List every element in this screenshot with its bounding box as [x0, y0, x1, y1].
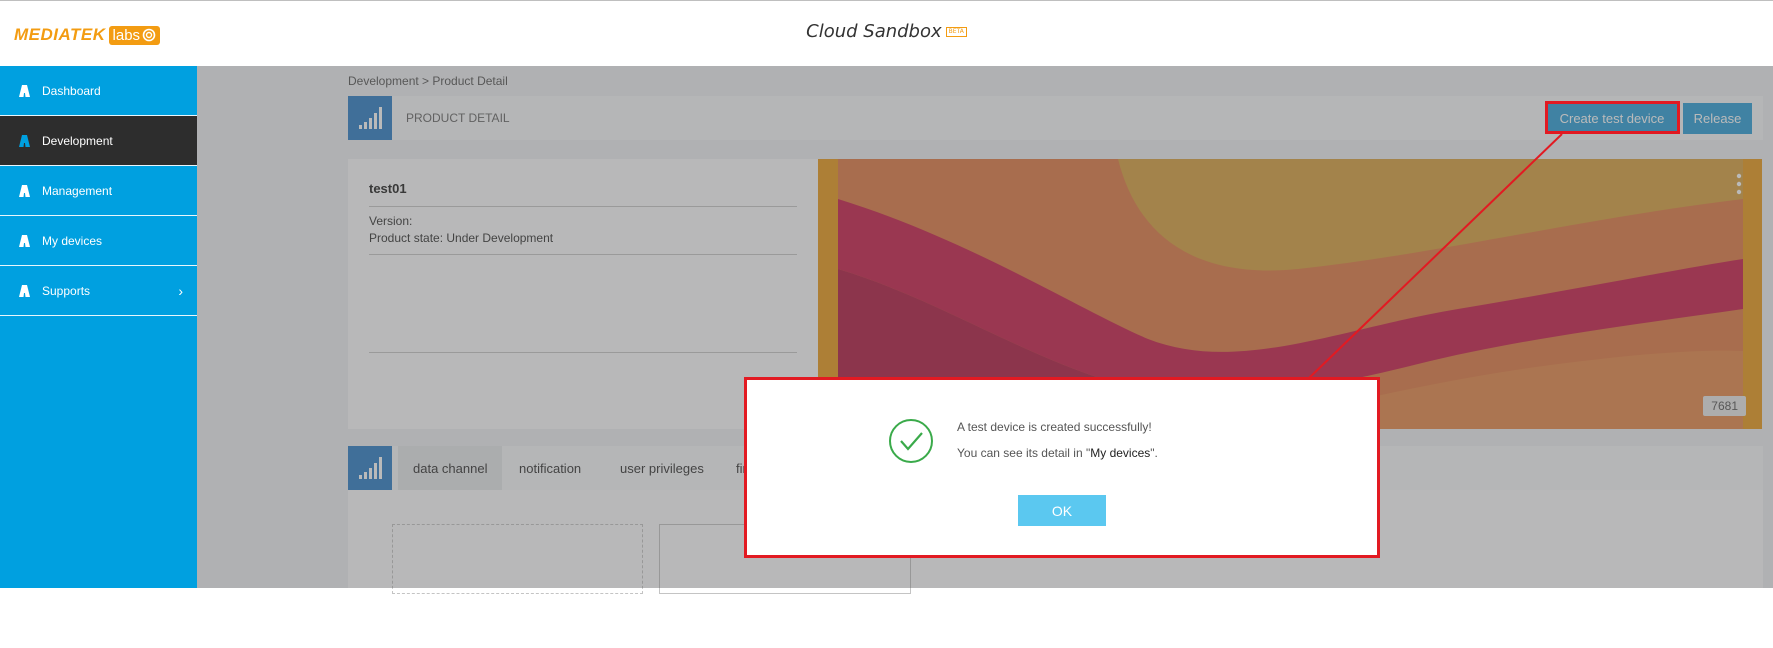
app-title-text: Cloud Sandbox [806, 21, 942, 42]
detail-suffix: ". [1150, 446, 1158, 460]
sidebar: Dashboard Development Management My devi… [0, 66, 197, 588]
beta-badge: BETA [945, 27, 967, 37]
sidebar-item-label: My devices [42, 233, 103, 248]
road-icon [18, 234, 32, 247]
sidebar-item-label: Dashboard [42, 83, 101, 98]
sidebar-item-management[interactable]: Management [0, 166, 197, 216]
road-icon [18, 284, 32, 297]
app-page: MEDIATEK labs Cloud Sandbox BETA Dashboar… [0, 0, 1773, 648]
success-dialog: A test device is created successfully! Y… [744, 377, 1380, 558]
app-title: Cloud Sandbox BETA [0, 21, 1773, 42]
sidebar-item-supports[interactable]: Supports › [0, 266, 197, 316]
my-devices-link[interactable]: My devices [1090, 446, 1150, 460]
road-icon [18, 84, 32, 97]
success-check-icon [889, 419, 933, 463]
create-button-highlight [1545, 101, 1680, 134]
sidebar-item-label: Development [42, 133, 113, 148]
success-detail-message: You can see its detail in "My devices". [957, 446, 1158, 460]
sidebar-item-label: Management [42, 183, 113, 198]
success-message: A test device is created successfully! [957, 420, 1152, 434]
top-header: MEDIATEK labs Cloud Sandbox BETA [0, 0, 1773, 66]
road-icon [18, 134, 32, 147]
ok-button[interactable]: OK [1018, 495, 1106, 526]
road-icon [18, 184, 32, 197]
sidebar-item-dashboard[interactable]: Dashboard [0, 66, 197, 116]
sidebar-item-my-devices[interactable]: My devices [0, 216, 197, 266]
sidebar-item-label: Supports [42, 283, 91, 298]
chevron-right-icon: › [178, 283, 183, 299]
detail-prefix: You can see its detail in " [957, 446, 1091, 460]
sidebar-item-development[interactable]: Development [0, 116, 197, 166]
